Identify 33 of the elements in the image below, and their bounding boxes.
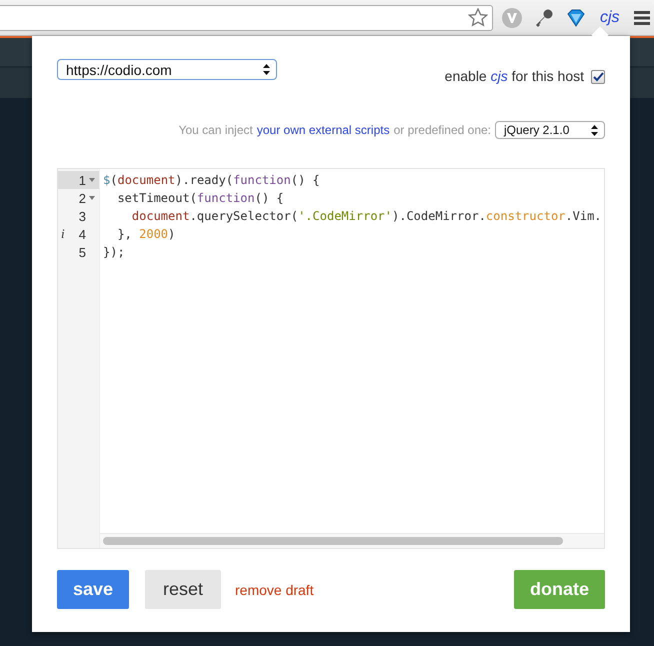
- diamond-icon[interactable]: [566, 8, 586, 28]
- line-number: 5: [78, 244, 87, 261]
- inject-text: or predefined one:: [394, 123, 491, 137]
- line-number: 1: [58, 171, 99, 189]
- save-button[interactable]: save: [57, 570, 129, 609]
- fold-caret-icon[interactable]: [88, 196, 94, 200]
- star-icon[interactable]: [468, 8, 488, 27]
- code-line: }, 2000): [116, 226, 176, 243]
- line-number: 3: [78, 208, 87, 225]
- host-select[interactable]: https://codio.com: [57, 59, 277, 80]
- enable-label: enable cjs for this host: [444, 68, 584, 84]
- code-line: });: [103, 244, 126, 261]
- extension-button[interactable]: cjs: [598, 8, 622, 26]
- key-icon[interactable]: [534, 8, 554, 28]
- updown-arrows-icon: [591, 124, 598, 136]
- external-scripts-link[interactable]: your own external scripts: [256, 123, 390, 137]
- code-line: $(document).ready(function() {: [103, 172, 321, 189]
- line-number: i 4: [60, 225, 87, 243]
- library-select[interactable]: jQuery 2.1.0: [495, 121, 605, 139]
- reset-button[interactable]: reset: [145, 570, 221, 609]
- scrollbar-thumb[interactable]: [103, 537, 563, 545]
- inject-text: You can inject: [178, 123, 253, 137]
- code-line: document.querySelector('.CodeMirror').CodeMirror.constructor.Vim.: [130, 208, 603, 225]
- menu-icon[interactable]: [634, 10, 650, 24]
- line-number: 2: [58, 189, 99, 207]
- fold-caret-icon[interactable]: [88, 178, 94, 182]
- enable-checkbox[interactable]: [591, 70, 605, 84]
- remove-draft-link[interactable]: remove draft: [235, 570, 314, 609]
- code-line: setTimeout(function() {: [116, 190, 285, 207]
- address-bar[interactable]: [0, 4, 493, 30]
- updown-arrows-icon: [263, 64, 270, 75]
- checkmark-icon: [592, 72, 604, 82]
- info-marker: i: [61, 226, 65, 242]
